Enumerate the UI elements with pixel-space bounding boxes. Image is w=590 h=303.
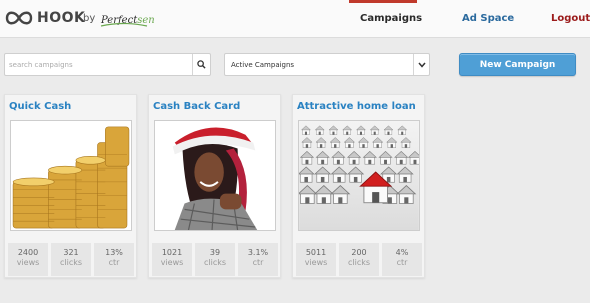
woman-picture [155, 121, 275, 230]
stat-clicks: 39 clicks [195, 243, 235, 276]
stat-value: 5011 [305, 248, 327, 257]
chevron-down-icon [417, 62, 426, 68]
stat-value: 39 [209, 248, 221, 257]
gold-coins-image[interactable] [10, 120, 132, 231]
search-input[interactable] [5, 54, 193, 75]
stat-label: views [304, 258, 328, 267]
stat-clicks: 321 clicks [51, 243, 91, 276]
stat-value: 1021 [161, 248, 183, 257]
search-button[interactable] [192, 54, 210, 75]
new-campaign-button[interactable]: New Campaign [459, 53, 576, 76]
top-header: HOOK by Perfectsen Campaigns Ad Space Lo… [0, 0, 590, 38]
campaign-title[interactable]: Attractive home loan [297, 100, 416, 114]
campaign-title[interactable]: Quick Cash [9, 100, 71, 114]
stat-ctr: 4% ctr [382, 243, 422, 276]
logo-text: HOOK [37, 10, 86, 26]
stat-label: clicks [347, 258, 371, 267]
woman-santa-hat-image[interactable] [154, 120, 276, 231]
stat-value: 321 [63, 248, 79, 257]
logo-by-text: by [83, 13, 96, 24]
stat-label: ctr [108, 258, 120, 267]
select-arrow[interactable] [413, 54, 429, 75]
infinity-logo-icon [5, 11, 33, 25]
nav-ad-space[interactable]: Ad Space [462, 12, 514, 26]
houses-red-roof-image[interactable] [298, 120, 420, 231]
stat-views: 1021 views [152, 243, 192, 276]
nav-logout[interactable]: Logout [551, 12, 590, 26]
stat-clicks: 200 clicks [339, 243, 379, 276]
stat-label: views [16, 258, 40, 267]
search-box [4, 53, 211, 76]
campaign-filter-select[interactable]: Active Campaigns [224, 53, 430, 76]
perfectsen-brand: Perfectsen [101, 11, 155, 31]
gold-coins-picture [11, 121, 131, 230]
stat-label: ctr [396, 258, 408, 267]
stat-value: 200 [351, 248, 367, 257]
nav-active-indicator [349, 0, 417, 3]
nav-campaigns[interactable]: Campaigns [360, 12, 422, 26]
stat-value: 13% [105, 248, 123, 257]
campaign-card[interactable]: Attractive home loan 5011 views 200 clic… [292, 94, 425, 278]
stat-ctr: 13% ctr [94, 243, 134, 276]
campaign-card[interactable]: Quick Cash 2400 views 321 clicks 13% ctr [4, 94, 137, 278]
stat-value: 4% [395, 248, 409, 257]
stat-views: 5011 views [296, 243, 336, 276]
stat-label: clicks [59, 258, 83, 267]
stat-label: views [160, 258, 184, 267]
campaign-filter-value: Active Campaigns [231, 61, 295, 69]
brand-swoosh-icon [100, 22, 148, 27]
houses-picture [299, 121, 419, 230]
stat-label: ctr [252, 258, 264, 267]
search-icon [197, 60, 206, 69]
stat-value: 3.1% [247, 248, 269, 257]
stat-label: clicks [203, 258, 227, 267]
stat-ctr: 3.1% ctr [238, 243, 278, 276]
campaign-title[interactable]: Cash Back Card [153, 100, 240, 114]
stat-value: 2400 [17, 248, 39, 257]
stat-views: 2400 views [8, 243, 48, 276]
campaign-card[interactable]: Cash Back Card 1021 views 39 clicks 3.1% [148, 94, 281, 278]
